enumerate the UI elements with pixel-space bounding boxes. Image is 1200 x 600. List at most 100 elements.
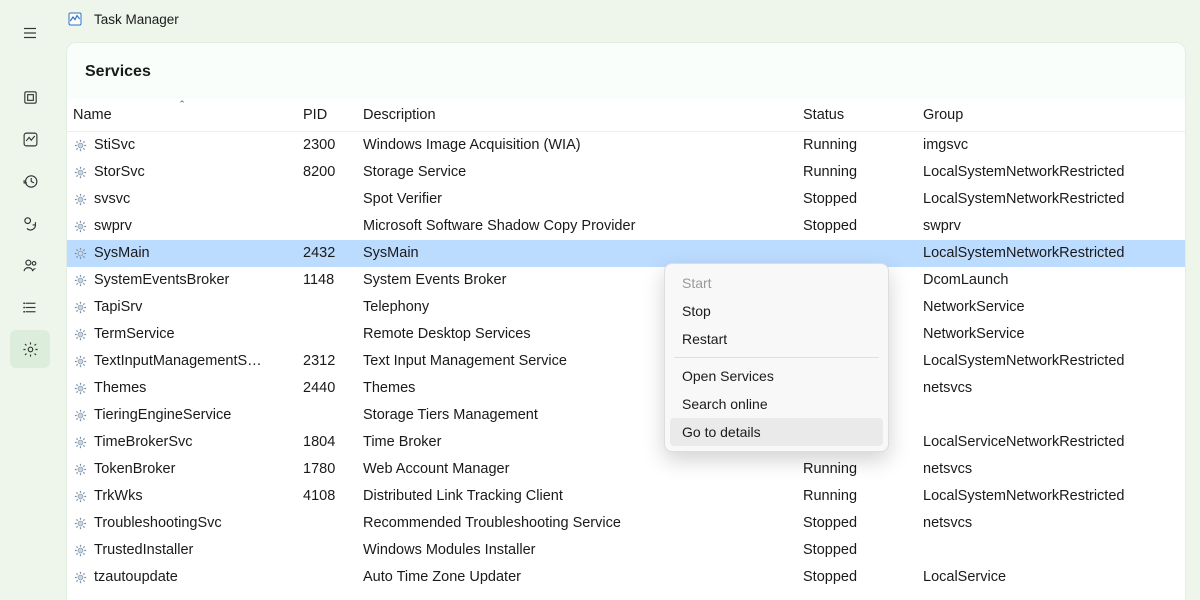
col-header-name[interactable]: ⌃ Name (67, 99, 297, 132)
cell-status: Stopped (797, 537, 917, 564)
table-row[interactable]: SysMain2432SysMainLocalSystemNetworkRest… (67, 240, 1185, 267)
cell-desc: Auto Time Zone Updater (357, 564, 797, 591)
cell-status: Running (797, 456, 917, 483)
context-menu: StartStopRestartOpen ServicesSearch onli… (664, 263, 889, 452)
history-icon (22, 173, 39, 190)
table-row[interactable]: TrustedInstallerWindows Modules Installe… (67, 537, 1185, 564)
service-name: Themes (94, 380, 146, 396)
service-name: TroubleshootingSvc (94, 515, 222, 531)
col-header-status[interactable]: Status (797, 99, 917, 132)
menu-item-restart[interactable]: Restart (670, 325, 883, 353)
table-row[interactable]: TimeBrokerSvc1804Time BrokerRunningLocal… (67, 429, 1185, 456)
sidebar-spacer (10, 56, 50, 74)
cell-group: LocalSystemNetworkRestricted (917, 186, 1185, 213)
cell-group (917, 402, 1185, 429)
table-row[interactable]: TermServiceRemote Desktop ServicesNetwor… (67, 321, 1185, 348)
menu-item-go-to-details[interactable]: Go to details (670, 418, 883, 446)
cell-desc: Recommended Troubleshooting Service (357, 510, 797, 537)
services-table-wrap: ⌃ Name PID Description Status Group StiS… (67, 99, 1185, 600)
cell-desc: Microsoft Software Shadow Copy Provider (357, 213, 797, 240)
table-row[interactable]: SystemEventsBroker1148System Events Brok… (67, 267, 1185, 294)
service-icon (73, 489, 88, 504)
cell-desc: Storage Service (357, 159, 797, 186)
service-icon (73, 327, 88, 342)
cell-desc: Web Account Manager (357, 456, 797, 483)
col-header-group[interactable]: Group (917, 99, 1185, 132)
app-title: Task Manager (94, 12, 179, 27)
menu-separator (674, 357, 879, 358)
cell-group: DcomLaunch (917, 267, 1185, 294)
cell-pid (297, 294, 357, 321)
service-icon (73, 516, 88, 531)
service-icon (73, 219, 88, 234)
nav-app-history[interactable] (10, 162, 50, 200)
menu-item-open-services[interactable]: Open Services (670, 362, 883, 390)
service-name: TimeBrokerSvc (94, 434, 193, 450)
nav-performance[interactable] (10, 120, 50, 158)
cell-group: LocalServiceNetworkRestricted (917, 429, 1185, 456)
cell-pid (297, 213, 357, 240)
table-row[interactable]: TrkWks4108Distributed Link Tracking Clie… (67, 483, 1185, 510)
sort-ascending-indicator: ⌃ (178, 99, 186, 110)
service-name: StiSvc (94, 137, 135, 153)
service-icon (73, 570, 88, 585)
table-row[interactable]: StorSvc8200Storage ServiceRunningLocalSy… (67, 159, 1185, 186)
cell-group: LocalSystemNetworkRestricted (917, 240, 1185, 267)
nav-details[interactable] (10, 288, 50, 326)
cell-desc: Distributed Link Tracking Client (357, 483, 797, 510)
table-row[interactable]: TroubleshootingSvc Recommended Troublesho… (67, 510, 1185, 537)
cell-status: Running (797, 132, 917, 159)
table-header-row: ⌃ Name PID Description Status Group (67, 99, 1185, 132)
cell-pid: 2440 (297, 375, 357, 402)
cell-group: netsvcs (917, 375, 1185, 402)
service-name: TieringEngineService (94, 407, 231, 423)
service-name: TokenBroker (94, 461, 175, 477)
cell-pid (297, 402, 357, 429)
cell-group: netsvcs (917, 456, 1185, 483)
table-row[interactable]: TieringEngineServiceStorage Tiers Manage… (67, 402, 1185, 429)
cell-group: LocalSystemNetworkRestricted (917, 483, 1185, 510)
service-icon (73, 381, 88, 396)
cell-group: LocalSystemNetworkRestricted (917, 348, 1185, 375)
service-name: svsvc (94, 191, 130, 207)
cell-status: Running (797, 159, 917, 186)
menu-item-stop[interactable]: Stop (670, 297, 883, 325)
col-header-pid[interactable]: PID (297, 99, 357, 132)
cell-desc: Spot Verifier (357, 186, 797, 213)
nav-services[interactable] (10, 330, 50, 368)
cell-group: imgsvc (917, 132, 1185, 159)
cell-pid (297, 510, 357, 537)
service-icon (73, 435, 88, 450)
cell-group (917, 537, 1185, 564)
sidebar (0, 0, 60, 600)
table-row[interactable]: TokenBroker1780Web Account ManagerRunnin… (67, 456, 1185, 483)
page-title: Services (67, 43, 1185, 99)
users-icon (22, 257, 39, 274)
service-icon (73, 138, 88, 153)
cell-status: Stopped (797, 213, 917, 240)
col-header-description[interactable]: Description (357, 99, 797, 132)
table-row[interactable]: StiSvc2300Windows Image Acquisition (WIA… (67, 132, 1185, 159)
table-row[interactable]: TapiSrvTelephonyNetworkService (67, 294, 1185, 321)
table-row[interactable]: swprvMicrosoft Software Shadow Copy Prov… (67, 213, 1185, 240)
table-row[interactable]: tzautoupdateAuto Time Zone UpdaterStoppe… (67, 564, 1185, 591)
cell-group: NetworkService (917, 321, 1185, 348)
nav-users[interactable] (10, 246, 50, 284)
service-icon (73, 543, 88, 558)
content-card: Services ⌃ Name PID Description Status (66, 42, 1186, 600)
cell-pid (297, 321, 357, 348)
service-name: SystemEventsBroker (94, 272, 229, 288)
table-row[interactable]: TextInputManagementS…2312Text Input Mana… (67, 348, 1185, 375)
cell-status: Stopped (797, 510, 917, 537)
table-row[interactable]: svsvcSpot VerifierStoppedLocalSystemNetw… (67, 186, 1185, 213)
cell-desc: Windows Modules Installer (357, 537, 797, 564)
hamburger-button[interactable] (10, 14, 50, 52)
cell-pid: 8200 (297, 159, 357, 186)
nav-startup-apps[interactable] (10, 204, 50, 242)
cell-status: Running (797, 483, 917, 510)
nav-processes[interactable] (10, 78, 50, 116)
main-area: Task Manager Services ⌃ Name PID Descrip… (60, 0, 1200, 600)
table-row[interactable]: Themes2440Themesnetsvcs (67, 375, 1185, 402)
service-icon (73, 354, 88, 369)
menu-item-search-online[interactable]: Search online (670, 390, 883, 418)
